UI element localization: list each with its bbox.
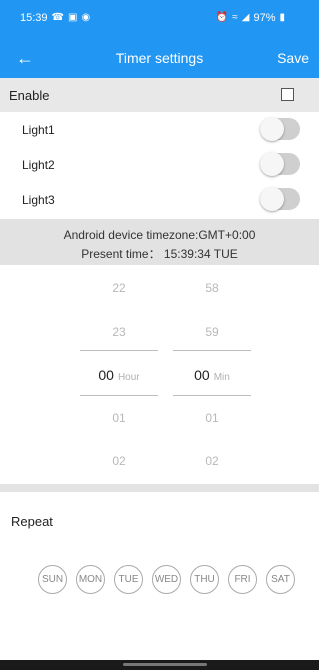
day-wed-button[interactable]: WED — [152, 565, 181, 594]
arrow-left-icon[interactable]: ← — [10, 44, 40, 72]
light1-toggle[interactable] — [260, 117, 300, 141]
day-mon-button[interactable]: MON — [76, 565, 105, 594]
minute-divider-bottom — [173, 395, 251, 396]
day-fri-button[interactable]: FRI — [228, 565, 257, 594]
enable-label: Enable — [9, 88, 50, 103]
section-divider — [0, 484, 319, 492]
light-row-3: Light3 — [0, 182, 319, 216]
phone-icon: ☎ — [51, 12, 64, 23]
light-row-2: Light2 — [0, 147, 319, 181]
system-nav-bar — [0, 660, 319, 670]
day-sat-button[interactable]: SAT — [266, 565, 295, 594]
repeat-label: Repeat — [11, 514, 53, 529]
light-row-1: Light1 — [0, 112, 319, 146]
minute-picker[interactable]: 58 59 00 Min 01 02 — [173, 265, 251, 480]
save-button[interactable]: Save — [277, 50, 309, 66]
hour-divider-bottom — [80, 395, 158, 396]
hour-selected[interactable]: 00 Hour — [80, 367, 158, 383]
light-label: Light1 — [22, 123, 55, 137]
light-label: Light2 — [22, 158, 55, 172]
status-time: 15:39 — [20, 12, 48, 24]
hour-unit: Hour — [117, 372, 140, 383]
day-tue-button[interactable]: TUE — [114, 565, 143, 594]
light3-toggle[interactable] — [260, 187, 300, 211]
timezone-info: Android device timezone:GMT+0:00 Present… — [0, 219, 319, 265]
toggle-knob — [260, 152, 284, 176]
enable-row[interactable]: Enable — [0, 78, 319, 112]
hour-divider-top — [80, 350, 158, 351]
minute-unit: Min — [213, 372, 230, 383]
home-pill[interactable] — [123, 663, 207, 666]
enable-checkbox[interactable] — [281, 88, 294, 101]
minute-selected-value: 00 — [194, 367, 210, 383]
hour-option[interactable]: 02 — [80, 454, 158, 468]
minute-option[interactable]: 01 — [173, 411, 251, 425]
light2-toggle[interactable] — [260, 152, 300, 176]
minute-option[interactable]: 58 — [173, 281, 251, 295]
day-sun-button[interactable]: SUN — [38, 565, 67, 594]
day-thu-button[interactable]: THU — [190, 565, 219, 594]
signal-icon: ◢ — [241, 12, 250, 23]
status-right: ⏰ ≈ ◢ 97% ▮ — [216, 12, 285, 24]
timezone-text: Android device timezone:GMT+0:00 — [63, 228, 256, 242]
toggle-knob — [260, 117, 284, 141]
minute-option[interactable]: 59 — [173, 325, 251, 339]
toggle-knob — [260, 187, 284, 211]
minute-selected[interactable]: 00 Min — [173, 367, 251, 383]
light-label: Light3 — [22, 193, 55, 207]
minute-divider-top — [173, 350, 251, 351]
hour-picker[interactable]: 22 23 00 Hour 01 02 — [80, 265, 158, 480]
status-left: 15:39 ☎ ▣ ◉ — [20, 12, 90, 24]
image-icon: ▣ — [68, 12, 78, 23]
repeat-days: SUN MON TUE WED THU FRI SAT — [38, 565, 298, 595]
minute-option[interactable]: 02 — [173, 454, 251, 468]
present-time-text: Present time： 15:39:34 TUE — [81, 247, 238, 261]
toolbar: Timer settings ← Save — [0, 38, 319, 78]
battery-percent: 97% — [253, 12, 276, 24]
hour-option[interactable]: 01 — [80, 411, 158, 425]
status-bar: 15:39 ☎ ▣ ◉ ⏰ ≈ ◢ 97% ▮ — [0, 0, 319, 38]
wifi-icon: ≈ — [232, 12, 238, 23]
hour-option[interactable]: 22 — [80, 281, 158, 295]
hour-option[interactable]: 23 — [80, 325, 158, 339]
battery-icon: ▮ — [279, 12, 285, 23]
chat-icon: ◉ — [81, 12, 91, 23]
page-title: Timer settings — [115, 50, 204, 66]
hour-selected-value: 00 — [98, 367, 114, 383]
alarm-icon: ⏰ — [215, 12, 229, 23]
